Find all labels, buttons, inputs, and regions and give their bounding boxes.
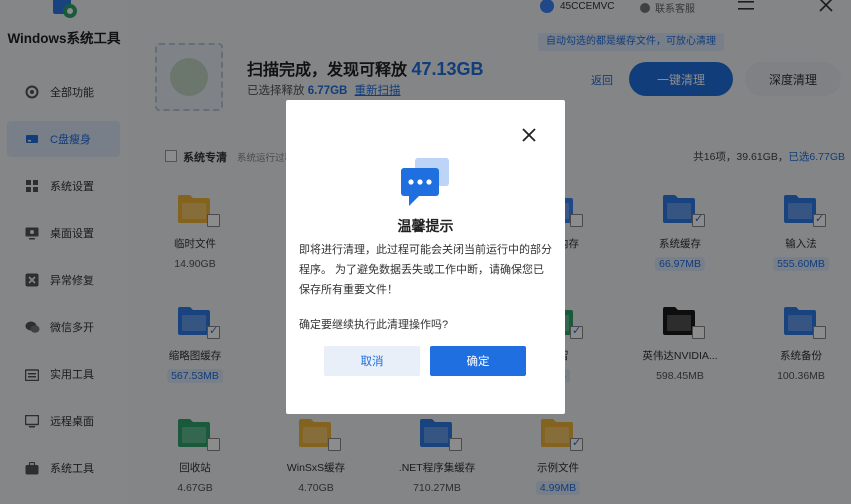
dialog-message: 即将进行清理，此过程可能会关闭当前运行中的部分程序。 为了避免数据丢失或工作中断… [299, 244, 552, 296]
confirm-dialog: 温馨提示 即将进行清理，此过程可能会关闭当前运行中的部分程序。 为了避免数据丢失… [286, 100, 565, 414]
confirm-button[interactable]: 确定 [430, 346, 526, 376]
cancel-button[interactable]: 取消 [324, 346, 420, 376]
chat-bubble-icon [401, 158, 449, 206]
close-icon[interactable] [522, 128, 536, 142]
dialog-question: 确定要继续执行此清理操作吗? [299, 319, 449, 331]
dialog-title: 温馨提示 [397, 218, 454, 234]
